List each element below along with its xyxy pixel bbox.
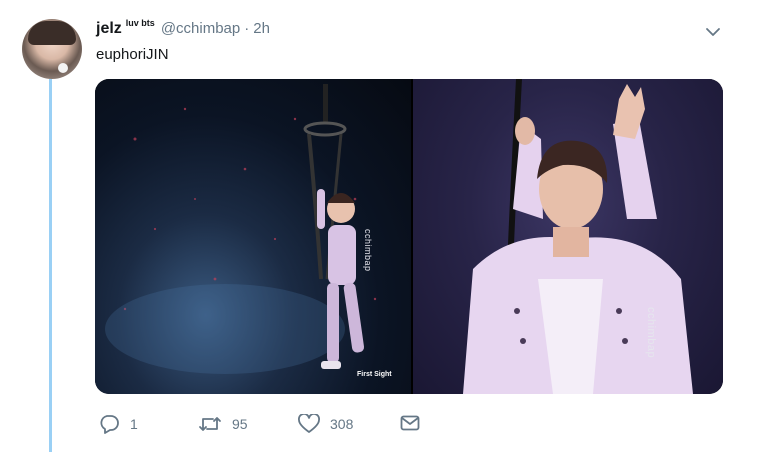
retweet-button[interactable]: 95 xyxy=(198,414,248,434)
reply-count: 1 xyxy=(130,416,138,432)
watermark-right: cchimbap xyxy=(645,307,657,359)
heart-icon xyxy=(298,414,320,434)
separator-dot: · xyxy=(244,20,250,37)
reply-button[interactable]: 1 xyxy=(98,414,138,434)
chevron-down-icon[interactable] xyxy=(704,23,722,41)
timestamp[interactable]: 2h xyxy=(253,20,270,37)
avatar-hair xyxy=(28,21,76,45)
envelope-icon xyxy=(400,414,420,432)
tweet-text: euphoriJIN xyxy=(96,46,169,63)
photo-right-art xyxy=(463,79,693,394)
user-handle[interactable]: @cchimbap xyxy=(161,20,240,37)
photo-right[interactable]: cchimbap xyxy=(413,79,723,394)
name-badge: luv bts xyxy=(125,18,155,28)
photo-left[interactable]: cchimbap First Sight xyxy=(95,79,411,394)
display-name[interactable]: jelz xyxy=(96,20,122,38)
photo-caption: First Sight xyxy=(357,371,392,378)
avatar-mic xyxy=(58,63,68,73)
like-button[interactable]: 308 xyxy=(298,414,353,434)
message-button[interactable] xyxy=(400,414,420,432)
thread-line xyxy=(49,79,52,452)
media-grid: cchimbap First Sight cchimbap xyxy=(95,79,723,394)
avatar[interactable] xyxy=(22,19,82,79)
tweet-header: jelz luv bts @cchimbap · 2h xyxy=(96,18,270,38)
retweet-icon xyxy=(198,414,222,434)
watermark-left: cchimbap xyxy=(363,229,373,272)
reply-icon xyxy=(98,414,120,434)
like-count: 308 xyxy=(330,416,354,432)
retweet-count: 95 xyxy=(232,416,248,432)
